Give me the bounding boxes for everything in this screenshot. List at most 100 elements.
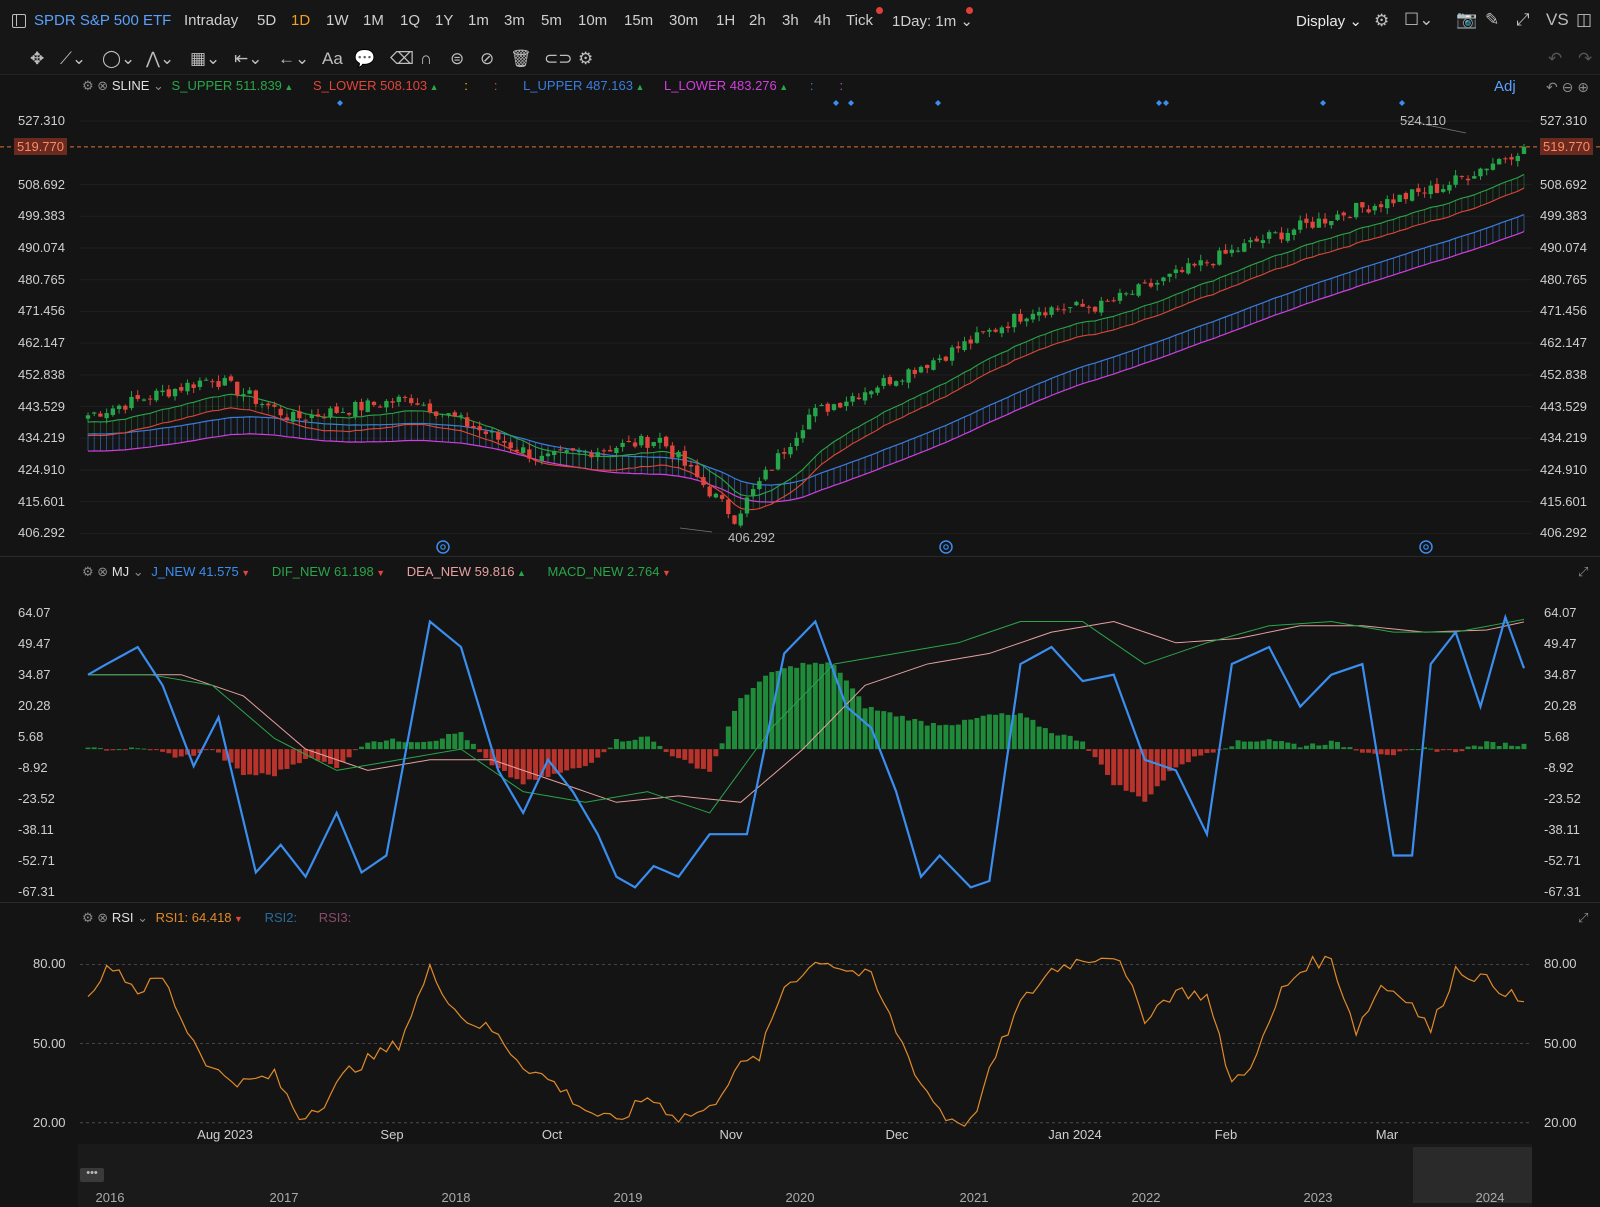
wave-tool-icon[interactable]: ⋀⌄ [146, 49, 174, 69]
magnet-icon[interactable]: ∩ [420, 49, 432, 69]
mj-indicator-name[interactable]: MJ [112, 564, 129, 579]
candle-body [421, 404, 426, 406]
macd-pane-plot [85, 613, 1527, 889]
trendline-tool-icon[interactable]: ⟋⌄ [60, 49, 86, 69]
chevron-down-icon[interactable]: ⌄ [133, 564, 144, 579]
ellipse-tool-icon[interactable]: ◯⌄ [102, 49, 135, 69]
candle-body [477, 426, 482, 431]
candle-body [1211, 263, 1216, 266]
tf-tick[interactable]: Tick [846, 12, 873, 29]
pencil-icon[interactable]: ✎ [1485, 10, 1499, 30]
tf-intraday[interactable]: Intraday [184, 12, 238, 29]
hide-drawings-icon[interactable]: ⊘ [480, 49, 494, 69]
candle-body [1235, 250, 1241, 252]
expand-pane-icon[interactable]: ⤢ [1578, 564, 1588, 580]
tf-10min[interactable]: 10m [578, 12, 607, 29]
macd-histogram-bar [489, 749, 495, 766]
candle-body [1304, 218, 1309, 223]
adj-button[interactable]: Adj [1494, 78, 1516, 95]
arrow-tool-icon[interactable]: ←⌄ [278, 49, 309, 69]
display-button[interactable]: Display ⌄ [1296, 12, 1362, 30]
macd-histogram-bar [1005, 714, 1011, 750]
pane-settings-icon[interactable]: ⚙ [82, 910, 94, 925]
comment-tool-icon[interactable]: 💬 [354, 49, 375, 69]
macd-y-tick-right: -8.92 [1544, 760, 1574, 776]
candle-body [222, 377, 227, 386]
expand-pane-icon[interactable]: ⤢ [1578, 910, 1588, 926]
pane-separator[interactable] [0, 556, 1600, 557]
candle-body [135, 395, 140, 399]
pane-close-icon[interactable]: ⊗ [97, 78, 108, 93]
tf-4h[interactable]: 4h [814, 12, 831, 29]
text-tool-icon[interactable]: Aa [322, 49, 343, 69]
macd-histogram-bar [626, 740, 632, 750]
s-upper-line [87, 173, 1525, 497]
interval-select-label: 1Day: 1m [892, 13, 957, 30]
candle-body [1254, 238, 1259, 242]
toolbar-settings-icon[interactable]: ⚙ [578, 49, 593, 69]
tf-1w[interactable]: 1W [326, 12, 349, 29]
candle-body [925, 364, 930, 369]
candle-body [999, 327, 1004, 334]
y-tick-right: 508.692 [1540, 176, 1587, 192]
tf-1min[interactable]: 1m [468, 12, 489, 29]
symbol-name[interactable]: SPDR S&P 500 ETF [34, 12, 171, 29]
pane-settings-icon[interactable]: ⚙ [82, 78, 94, 93]
macd-histogram-bar [228, 749, 234, 763]
tf-5d[interactable]: 5D [257, 12, 276, 29]
measure-tool-icon[interactable]: ⇤⌄ [234, 49, 263, 69]
y-tick-left: 527.310 [18, 113, 65, 129]
tf-3h[interactable]: 3h [782, 12, 799, 29]
chevron-down-icon[interactable]: ⌄ [137, 910, 148, 925]
tf-3min[interactable]: 3m [504, 12, 525, 29]
candle-body [1229, 249, 1235, 254]
pane-separator[interactable] [0, 902, 1600, 903]
candle-body [514, 449, 520, 452]
candle-body [297, 411, 302, 419]
tf-2h[interactable]: 2h [749, 12, 766, 29]
tf-1h[interactable]: 1H [716, 12, 735, 29]
tf-1y[interactable]: 1Y [435, 12, 453, 29]
chevron-down-icon[interactable]: ⌄ [153, 78, 164, 93]
tf-30min[interactable]: 30m [669, 12, 698, 29]
interval-select[interactable]: 1Day: 1m ⌄ [892, 12, 973, 30]
panel-toggle-icon[interactable] [12, 14, 26, 28]
settings-gear-icon[interactable]: ⚙ [1374, 11, 1389, 31]
macd-histogram-bar [303, 749, 309, 760]
sidebar-toggle-icon[interactable]: ◫ [1576, 10, 1592, 30]
candle-body [750, 489, 756, 497]
vs-compare-button[interactable]: VS [1546, 10, 1569, 30]
tf-5min[interactable]: 5m [541, 12, 562, 29]
pane-settings-icon[interactable]: ⚙ [82, 564, 94, 579]
candle-body [433, 411, 439, 416]
pane-controls[interactable]: ↶ ⊖ ⊕ [1546, 79, 1589, 96]
tf-1q[interactable]: 1Q [400, 12, 420, 29]
event-marker-icon [848, 100, 854, 106]
event-marker-icon [1399, 100, 1405, 106]
layout-square-icon[interactable]: ☐⌄ [1404, 10, 1433, 30]
pattern-tool-icon[interactable]: ▦⌄ [190, 49, 220, 69]
lock-drawings-icon[interactable]: ⊜ [450, 49, 464, 69]
candle-body [943, 356, 949, 361]
trash-icon[interactable]: 🗑 [510, 49, 532, 69]
tf-15min[interactable]: 15m [624, 12, 653, 29]
sline-indicator-name[interactable]: SLINE [112, 78, 150, 93]
navigator-menu-icon[interactable]: ••• [80, 1168, 104, 1182]
crosshair-move-icon[interactable]: ✥ [30, 49, 44, 69]
tf-1d[interactable]: 1D [291, 12, 310, 29]
macd-histogram-bar [470, 743, 476, 750]
redo-icon[interactable]: ↷ [1578, 49, 1592, 69]
candle-body [1385, 199, 1390, 209]
undo-icon[interactable]: ↶ [1548, 49, 1562, 69]
fullscreen-icon[interactable]: ⤢ [1516, 10, 1530, 30]
link-icon[interactable]: ⊂⊃ [544, 49, 573, 69]
rsi-indicator-name[interactable]: RSI [112, 910, 134, 925]
pane-close-icon[interactable]: ⊗ [97, 564, 108, 579]
candle-body [1167, 273, 1172, 277]
candle-body [782, 452, 787, 454]
eraser-tool-icon[interactable]: ⌫ [390, 49, 414, 69]
camera-icon[interactable]: 📷 [1456, 10, 1477, 30]
tf-1m[interactable]: 1M [363, 12, 384, 29]
pane-close-icon[interactable]: ⊗ [97, 910, 108, 925]
candle-body [887, 377, 893, 385]
